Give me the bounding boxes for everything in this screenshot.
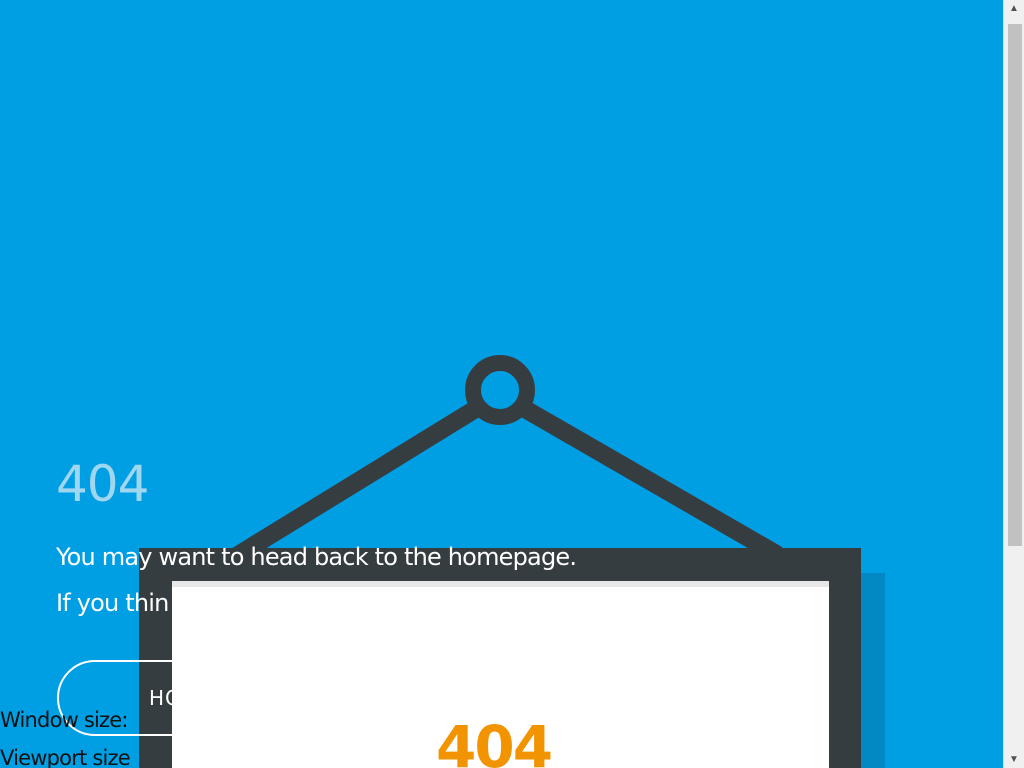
error-page: 404 You may want to head back to the hom… bbox=[0, 0, 1003, 768]
error-text-block: 404 You may want to head back to the hom… bbox=[56, 452, 577, 617]
sign-hook bbox=[465, 355, 535, 425]
sign-string-right bbox=[513, 397, 783, 563]
scroll-thumb[interactable] bbox=[1008, 24, 1022, 546]
homepage-message: You may want to head back to the homepag… bbox=[56, 543, 577, 571]
error-code-heading: 404 bbox=[56, 455, 149, 513]
sign-shadow bbox=[861, 573, 885, 768]
viewport-size-label: Viewport size bbox=[0, 746, 131, 768]
scroll-up-icon[interactable]: ▲ bbox=[1004, 0, 1024, 17]
sign-error-code: 404 bbox=[436, 713, 553, 768]
scroll-down-icon[interactable]: ▼ bbox=[1004, 751, 1024, 768]
window-size-label: Window size: bbox=[0, 708, 128, 732]
vertical-scrollbar[interactable]: ▲ ▼ bbox=[1003, 0, 1024, 768]
report-message: If you thin bbox=[56, 589, 169, 617]
